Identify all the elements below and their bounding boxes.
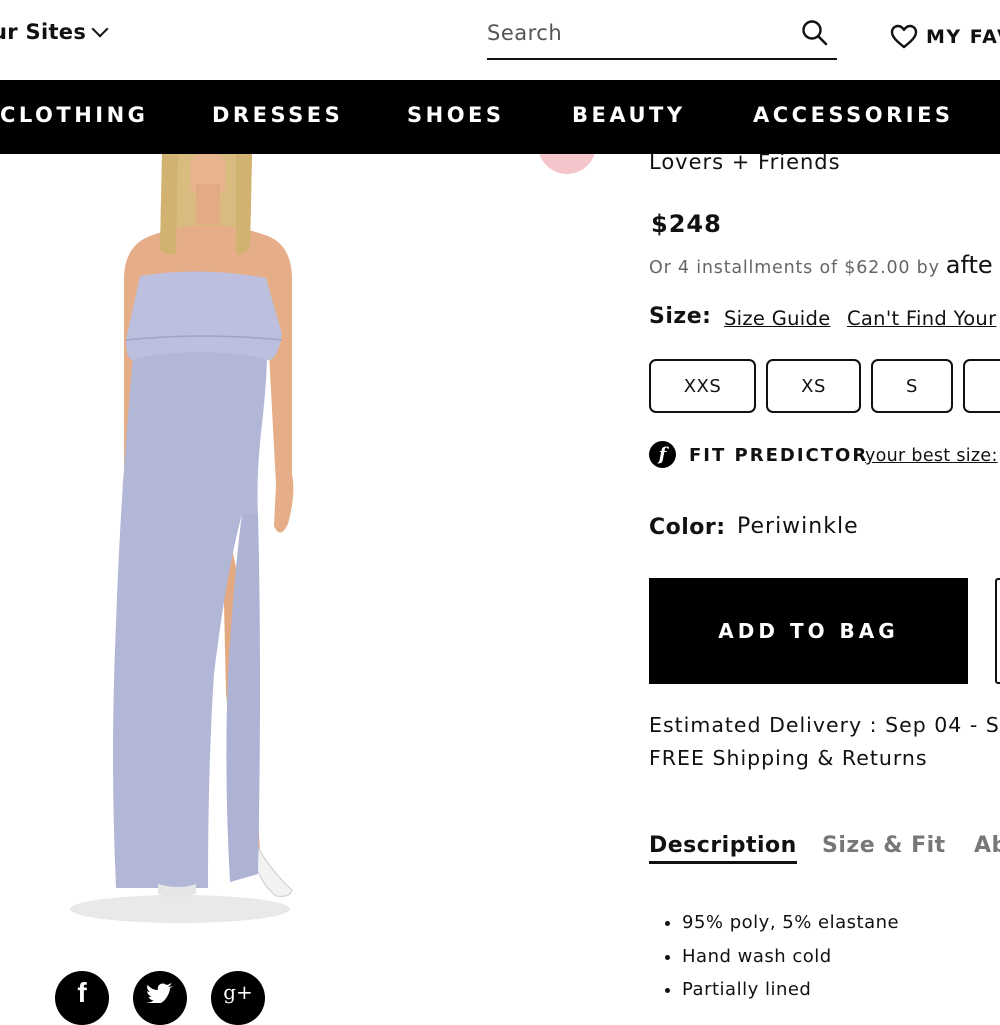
favorites-label: MY FAV <box>926 25 1000 48</box>
heart-icon <box>890 24 918 49</box>
list-item: Hand wash cold <box>682 944 899 978</box>
product-price: $248 <box>651 210 722 238</box>
estimated-delivery: Estimated Delivery : Sep 04 - Se <box>649 713 1000 737</box>
facebook-share-button[interactable]: f <box>55 971 109 1025</box>
installments-text: Or 4 installments of $62.00 by <box>649 258 940 278</box>
fit-predictor-label: FIT PREDICTOR <box>689 445 869 466</box>
description-list: 95% poly, 5% elastane Hand wash cold Par… <box>658 910 899 1011</box>
cant-find-size-link[interactable]: Can't Find Your <box>847 307 996 330</box>
wishlist-heart-button[interactable] <box>538 154 596 174</box>
search-input[interactable]: Search <box>487 21 562 45</box>
googleplus-icon: g+ <box>223 980 253 1004</box>
nav-item-accessories[interactable]: ACCESSORIES <box>753 103 954 127</box>
size-option-xs[interactable]: XS <box>766 359 861 413</box>
size-option-xxs[interactable]: XXS <box>649 359 756 413</box>
add-to-favorites-button[interactable] <box>995 578 1000 684</box>
nav-item-clothing[interactable]: CLOTHING <box>0 103 148 127</box>
tab-about[interactable]: Ab <box>974 833 1000 858</box>
search-bar[interactable]: Search <box>487 18 837 60</box>
tab-size-fit[interactable]: Size & Fit <box>822 833 946 858</box>
size-option-s[interactable]: S <box>871 359 953 413</box>
twitter-share-button[interactable] <box>133 971 187 1025</box>
fit-predictor-link[interactable]: your best size: <box>865 446 998 466</box>
category-nav: CLOTHING DRESSES SHOES BEAUTY ACCESSORIE… <box>0 80 1000 154</box>
free-shipping-text: FREE Shipping & Returns <box>649 746 928 770</box>
list-item: Partially lined <box>682 977 899 1011</box>
our-sites-label: ur Sites <box>0 20 87 44</box>
size-label: Size: <box>649 304 712 329</box>
nav-item-shoes[interactable]: SHOES <box>407 103 505 127</box>
size-option-next[interactable] <box>963 359 1000 413</box>
our-sites-menu[interactable]: ur Sites <box>0 20 109 44</box>
nav-item-dresses[interactable]: DRESSES <box>212 103 343 127</box>
list-item: 95% poly, 5% elastane <box>682 910 899 944</box>
installments-info: Or 4 installments of $62.00 by afte <box>649 251 993 279</box>
twitter-bird-icon <box>146 983 173 1003</box>
chevron-down-icon <box>91 20 109 38</box>
color-value: Periwinkle <box>737 514 859 539</box>
color-label: Color: <box>649 515 726 540</box>
fit-predictor-icon: f <box>649 441 676 468</box>
add-to-bag-button[interactable]: ADD TO BAG <box>649 578 968 684</box>
size-guide-link[interactable]: Size Guide <box>724 307 831 330</box>
tab-description[interactable]: Description <box>649 833 797 864</box>
afterpay-logo[interactable]: afte <box>946 251 993 279</box>
search-icon[interactable] <box>799 18 831 50</box>
googleplus-share-button[interactable]: g+ <box>211 971 265 1025</box>
my-favorites-link[interactable]: MY FAV <box>890 24 1000 49</box>
nav-item-beauty[interactable]: BEAUTY <box>572 103 686 127</box>
facebook-icon: f <box>77 977 87 1008</box>
product-brand[interactable]: Lovers + Friends <box>649 150 841 174</box>
product-image[interactable] <box>30 154 330 929</box>
